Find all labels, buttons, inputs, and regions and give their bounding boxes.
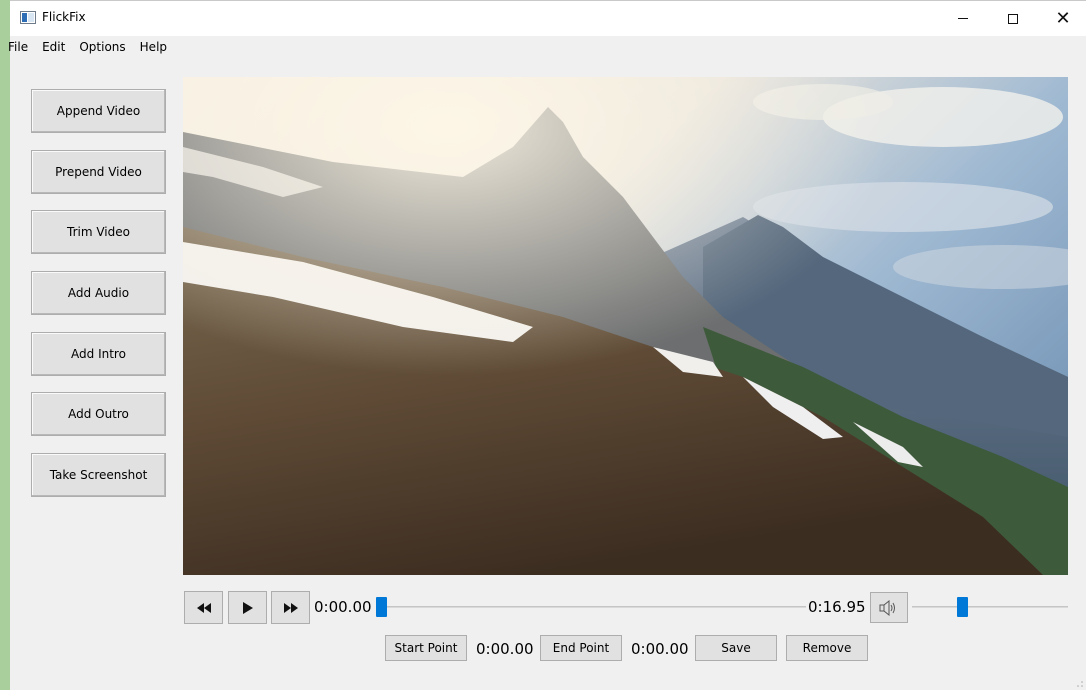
- volume-slider-track[interactable]: [912, 606, 1068, 608]
- title-bar[interactable]: FlickFix ✕: [10, 1, 1086, 36]
- trim-video-button[interactable]: Trim Video: [31, 210, 166, 254]
- minimize-icon: [958, 18, 968, 19]
- menu-file[interactable]: File: [8, 36, 35, 58]
- play-button[interactable]: [228, 591, 267, 624]
- save-button[interactable]: Save: [695, 635, 777, 661]
- resize-grip-icon[interactable]: [1076, 680, 1084, 688]
- video-preview[interactable]: [183, 77, 1068, 575]
- video-frame-image: [183, 77, 1068, 575]
- close-icon: ✕: [1055, 7, 1071, 29]
- speaker-icon: [879, 599, 895, 616]
- menu-help[interactable]: Help: [133, 36, 174, 58]
- remove-button[interactable]: Remove: [786, 635, 868, 661]
- add-intro-button[interactable]: Add Intro: [31, 332, 166, 376]
- menu-edit[interactable]: Edit: [35, 36, 72, 58]
- prepend-video-button[interactable]: Prepend Video: [31, 150, 166, 194]
- menu-options[interactable]: Options: [72, 36, 132, 58]
- start-point-value: 0:00.00: [476, 640, 534, 658]
- volume-slider-thumb[interactable]: [956, 597, 968, 617]
- app-window: FlickFix ✕ File Edit Options Help Append…: [8, 0, 1086, 690]
- maximize-button[interactable]: [990, 1, 1036, 36]
- seek-slider-track[interactable]: [376, 606, 806, 608]
- fast-forward-icon: [283, 602, 298, 613]
- minimize-button[interactable]: [940, 1, 986, 36]
- menu-bar: File Edit Options Help: [8, 36, 1086, 58]
- rewind-icon: [196, 602, 211, 613]
- start-point-button[interactable]: Start Point: [385, 635, 467, 661]
- seek-slider-thumb[interactable]: [376, 597, 387, 617]
- end-point-value: 0:00.00: [631, 640, 689, 658]
- take-screenshot-button[interactable]: Take Screenshot: [31, 453, 166, 497]
- end-point-button[interactable]: End Point: [540, 635, 622, 661]
- rewind-button[interactable]: [184, 591, 223, 624]
- fast-forward-button[interactable]: [271, 591, 310, 624]
- maximize-icon: [1008, 13, 1018, 24]
- close-button[interactable]: ✕: [1040, 1, 1086, 36]
- total-time: 0:16.95: [808, 598, 866, 616]
- play-icon: [242, 601, 253, 614]
- current-time: 0:00.00: [314, 598, 372, 616]
- volume-button[interactable]: [870, 592, 908, 623]
- app-window-icon: [20, 11, 36, 24]
- add-outro-button[interactable]: Add Outro: [31, 392, 166, 436]
- window-title: FlickFix: [42, 10, 86, 24]
- add-audio-button[interactable]: Add Audio: [31, 271, 166, 315]
- append-video-button[interactable]: Append Video: [31, 89, 166, 133]
